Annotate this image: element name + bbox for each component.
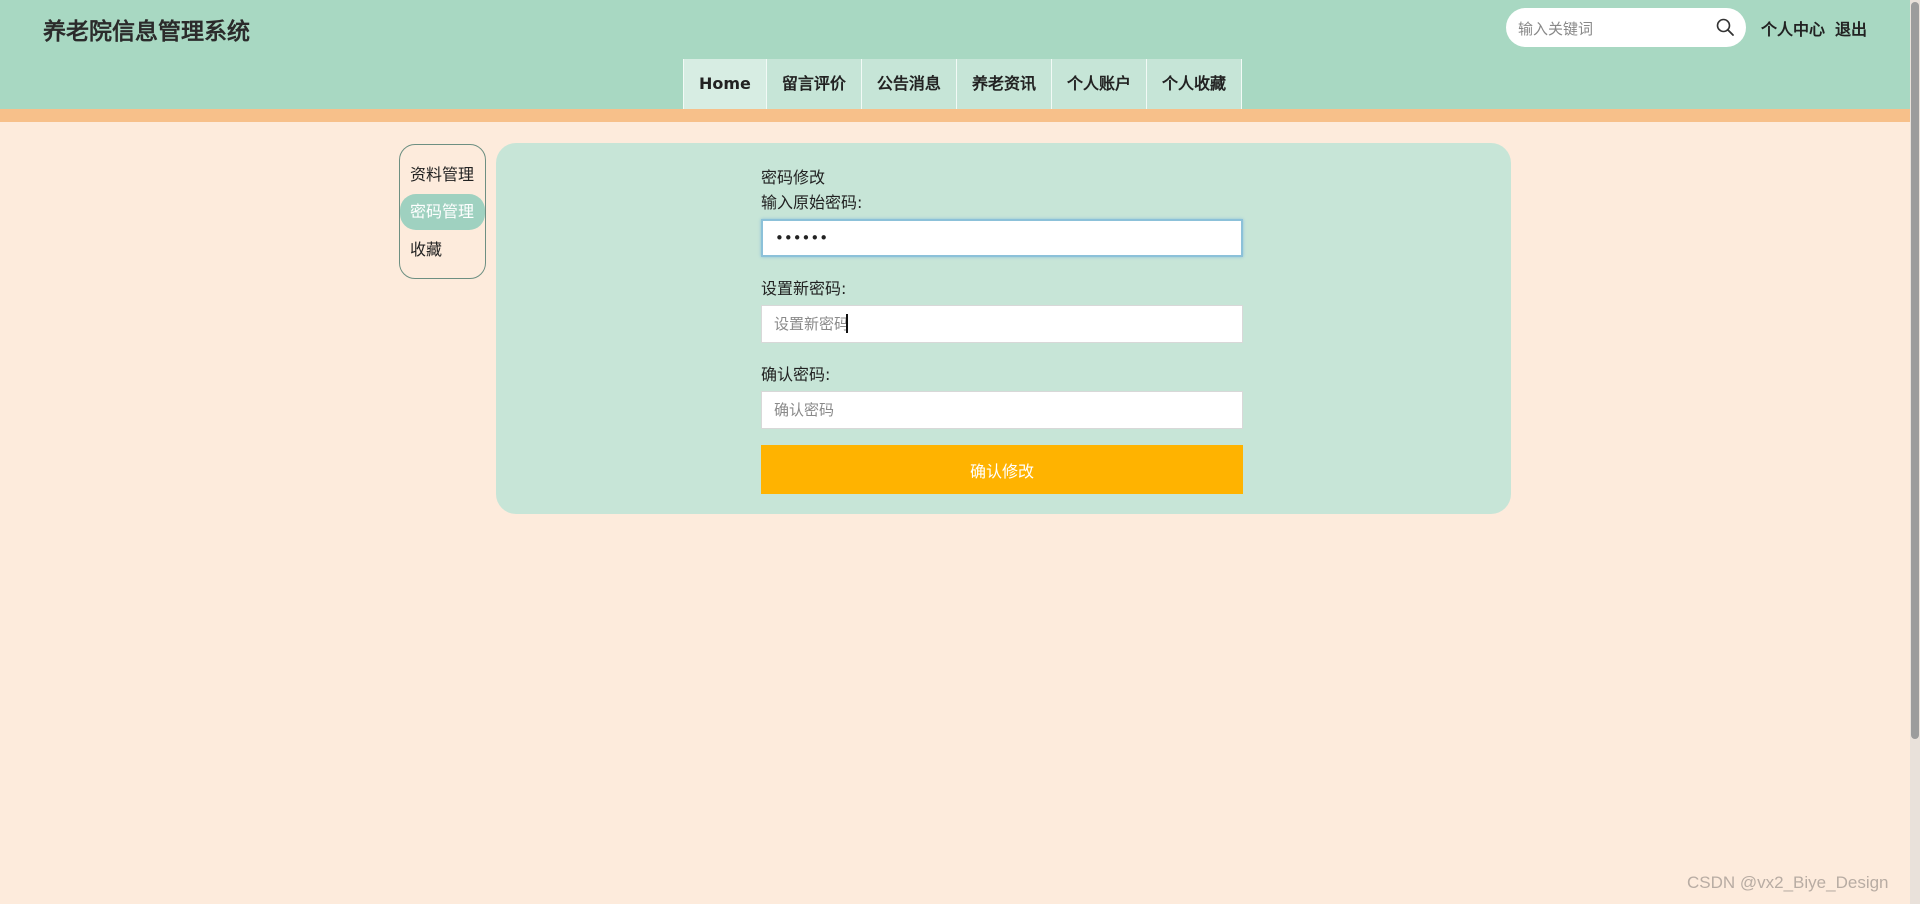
old-password-input[interactable] — [761, 219, 1243, 257]
sidebar-item-favorites[interactable]: 收藏 — [400, 232, 485, 268]
old-password-label: 输入原始密码: — [761, 193, 863, 212]
site-title: 养老院信息管理系统 — [43, 19, 250, 45]
personal-center-link[interactable]: 个人中心 — [1761, 16, 1825, 40]
nav-item-home[interactable]: Home — [683, 59, 766, 109]
header-stripe — [0, 109, 1920, 122]
new-password-label: 设置新密码: — [761, 279, 847, 298]
search-input[interactable] — [1516, 8, 1710, 49]
text-cursor — [846, 314, 848, 333]
nav-item-news[interactable]: 养老资讯 — [955, 59, 1051, 109]
sidebar-item-profile[interactable]: 资料管理 — [400, 157, 485, 193]
form-title: 密码修改 — [761, 168, 826, 187]
scrollbar-thumb[interactable] — [1911, 2, 1919, 739]
new-password-input[interactable] — [761, 305, 1243, 343]
confirm-password-label: 确认密码: — [761, 365, 831, 384]
nav-item-favorites[interactable]: 个人收藏 — [1145, 59, 1242, 109]
nav-item-announcements[interactable]: 公告消息 — [860, 59, 956, 109]
logout-link[interactable]: 退出 — [1835, 16, 1867, 40]
main-nav: Home 留言评价 公告消息 养老资讯 个人账户 个人收藏 — [683, 59, 1242, 109]
search-box — [1506, 8, 1746, 49]
sidebar-item-password[interactable]: 密码管理 — [400, 194, 485, 230]
confirm-change-button[interactable]: 确认修改 — [761, 445, 1243, 494]
sidebar-menu: 资料管理 密码管理 收藏 — [399, 144, 486, 279]
nav-item-messages[interactable]: 留言评价 — [765, 59, 861, 109]
search-icon[interactable] — [1715, 17, 1735, 37]
nav-item-account[interactable]: 个人账户 — [1050, 59, 1146, 109]
confirm-password-input[interactable] — [761, 391, 1243, 429]
watermark: CSDN @vx2_Biye_Design — [1687, 873, 1889, 892]
